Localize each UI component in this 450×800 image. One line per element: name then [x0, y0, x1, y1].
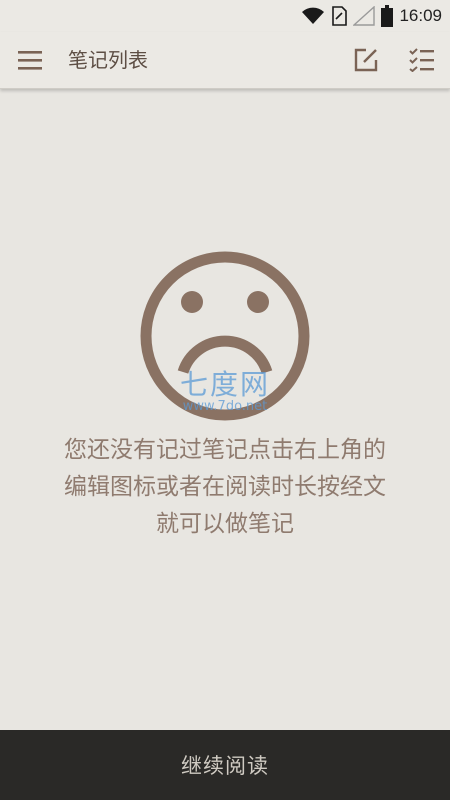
empty-message-line: 就可以做笔记	[156, 511, 294, 537]
wifi-icon	[302, 7, 325, 24]
status-time: 16:09	[399, 6, 442, 25]
app-bar: 笔记列表	[0, 32, 450, 89]
watermark-url: www.7do.net	[182, 399, 268, 414]
battery-icon	[381, 5, 394, 27]
menu-button[interactable]	[10, 40, 50, 80]
status-icons: 16:09	[301, 0, 442, 32]
empty-state-message: 您还没有记过笔记点击右上角的 编辑图标或者在阅读时长按经文 就可以做笔记	[25, 432, 425, 543]
watermark-title: 七度网	[179, 368, 270, 401]
empty-message-line: 编辑图标或者在阅读时长按经文	[64, 474, 386, 500]
continue-reading-button[interactable]: 继续阅读	[0, 730, 450, 800]
signal-icon	[353, 6, 376, 26]
empty-message-line: 您还没有记过笔记点击右上角的	[64, 437, 386, 463]
page-title: 笔记列表	[68, 48, 148, 72]
watermark: 七度网 www.7do.net	[150, 370, 300, 414]
continue-reading-label: 继续阅读	[181, 754, 269, 778]
checklist-icon	[409, 48, 434, 72]
new-note-button[interactable]	[346, 40, 386, 80]
edit-note-icon	[354, 48, 378, 72]
sim-card-icon	[332, 6, 348, 26]
checklist-button[interactable]	[402, 40, 442, 80]
status-bar: 16:09	[0, 0, 450, 32]
menu-icon	[18, 51, 42, 70]
